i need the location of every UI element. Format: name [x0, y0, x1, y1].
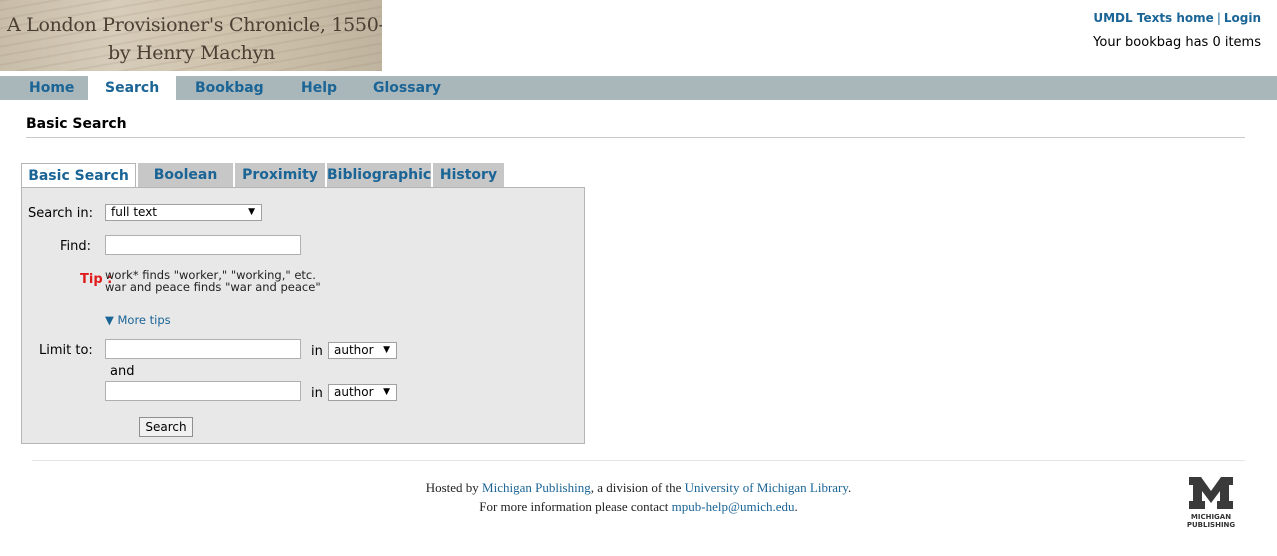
- limit-input-2[interactable]: [105, 381, 301, 401]
- tab-boolean[interactable]: Boolean: [138, 163, 233, 187]
- search-in-select[interactable]: full text ▼: [105, 204, 262, 221]
- title-divider: [26, 137, 1245, 138]
- limit-to-label: Limit to:: [39, 343, 93, 358]
- bookbag-status: Your bookbag has 0 items: [1093, 35, 1261, 50]
- banner-title-line1: A London Provisioner's Chronicle, 1550-1…: [7, 14, 382, 36]
- search-button[interactable]: Search: [139, 417, 193, 437]
- limit-field-value-2: author: [334, 385, 374, 399]
- header: A London Provisioner's Chronicle, 1550-1…: [0, 0, 1277, 76]
- banner-title-line2: by Henry Machyn: [108, 42, 275, 64]
- tip-text: work* finds "worker," "working," etc. wa…: [105, 269, 321, 293]
- footer-divider: [32, 460, 1245, 461]
- footer-line-1: Hosted by Michigan Publishing, a divisio…: [0, 478, 1277, 497]
- dropdown-arrow-icon: ▼: [383, 387, 390, 397]
- tab-basic-search[interactable]: Basic Search: [21, 163, 136, 188]
- more-tips-link[interactable]: ▼ More tips: [105, 313, 171, 327]
- umdl-home-link[interactable]: UMDL Texts home: [1093, 11, 1213, 25]
- top-links: UMDL Texts home | Login: [1093, 11, 1261, 25]
- and-label: and: [110, 364, 135, 379]
- logo-text: MICHIGAN PUBLISHING: [1179, 513, 1243, 529]
- contact-text: For more information please contact: [479, 499, 669, 514]
- block-m-icon: [1189, 477, 1233, 509]
- tab-proximity[interactable]: Proximity: [235, 163, 325, 187]
- page-title: Basic Search: [26, 116, 127, 132]
- limit-field-select-2[interactable]: author ▼: [328, 384, 397, 401]
- contact-email-link[interactable]: mpub-help@umich.edu: [672, 499, 795, 514]
- division-text: , a division of the: [590, 480, 682, 495]
- top-link-separator: |: [1216, 11, 1221, 25]
- footer-period-1: .: [848, 480, 852, 495]
- nav-help[interactable]: Help: [284, 76, 354, 100]
- logo-line-1: MICHIGAN: [1190, 513, 1232, 521]
- dropdown-arrow-icon: ▼: [383, 345, 390, 355]
- nav-bookbag[interactable]: Bookbag: [178, 76, 281, 100]
- find-label: Find:: [60, 239, 92, 254]
- tab-history[interactable]: History: [433, 163, 504, 187]
- limit-field-value-1: author: [334, 343, 374, 357]
- nav-search[interactable]: Search: [88, 76, 177, 100]
- michigan-publishing-link[interactable]: Michigan Publishing: [482, 480, 591, 495]
- in-label-1: in: [311, 344, 323, 359]
- in-label-2: in: [311, 386, 323, 401]
- nav-home[interactable]: Home: [12, 76, 91, 100]
- dropdown-arrow-icon: ▼: [248, 207, 255, 217]
- logo-line-2: PUBLISHING: [1186, 521, 1236, 529]
- footer-period-2: .: [794, 499, 798, 514]
- footer: Hosted by Michigan Publishing, a divisio…: [0, 478, 1277, 516]
- login-link[interactable]: Login: [1224, 11, 1261, 25]
- search-in-label: Search in:: [28, 206, 94, 221]
- tip-line-2: war and peace finds "war and peace": [105, 280, 321, 294]
- main-nav: Home Search Bookbag Help Glossary: [0, 76, 1277, 100]
- limit-field-select-1[interactable]: author ▼: [328, 342, 397, 359]
- tab-bibliographic[interactable]: Bibliographic: [327, 163, 431, 187]
- hosted-by-text: Hosted by: [425, 480, 479, 495]
- um-library-link[interactable]: University of Michigan Library: [685, 480, 848, 495]
- site-banner[interactable]: A London Provisioner's Chronicle, 1550-1…: [0, 0, 382, 71]
- limit-input-1[interactable]: [105, 339, 301, 359]
- nav-glossary[interactable]: Glossary: [356, 76, 458, 100]
- footer-line-2: For more information please contact mpub…: [0, 497, 1277, 516]
- find-input[interactable]: [105, 235, 301, 255]
- michigan-publishing-logo[interactable]: MICHIGAN PUBLISHING: [1179, 475, 1243, 541]
- search-in-value: full text: [111, 205, 157, 219]
- basic-search-panel: Search in: full text ▼ Find: Tip : work*…: [21, 187, 585, 444]
